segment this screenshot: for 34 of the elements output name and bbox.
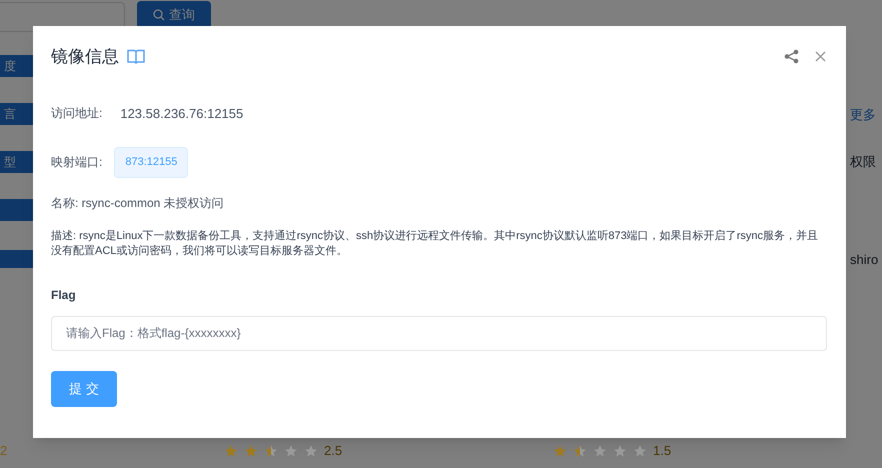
empty-star-icon <box>633 444 647 458</box>
field-label: 映射端口: <box>51 154 102 172</box>
empty-star-icon <box>613 444 627 458</box>
score-text: 2.5 <box>324 442 342 460</box>
star-icon <box>244 444 258 458</box>
port-tag: 873:12155 <box>114 147 188 178</box>
half-star-icon <box>264 444 278 458</box>
table-text: 权限 <box>850 153 876 171</box>
close-icon[interactable] <box>815 51 826 62</box>
field-label: 访问地址: <box>51 105 102 122</box>
search-icon <box>153 9 165 21</box>
score-text: 1.5 <box>653 442 672 460</box>
empty-star-icon <box>304 444 318 458</box>
star-icon <box>553 444 567 458</box>
star-icon <box>224 444 238 458</box>
empty-star-icon <box>284 444 298 458</box>
book-icon[interactable] <box>127 49 145 64</box>
name-text: 名称: rsync-common 未授权访问 <box>51 194 225 212</box>
list-cell <box>0 250 33 268</box>
description-text: 描述: rsync是Linux下一款数据备份工具，支持通过rsync协议、ssh协议进行远程文件传输。其中rsync协议默认监听873端口，如果目标开启了rsync服务，并且没有配置ACL或访问密码，我们将可以读写目标服务器文件。 <box>51 228 820 258</box>
address-text: 123.58.236.76:12155 <box>120 104 244 122</box>
share-icon[interactable] <box>784 49 799 64</box>
more-link[interactable]: 更多 <box>850 105 876 124</box>
half-star-icon <box>573 444 587 458</box>
score-text: 2 <box>0 442 8 460</box>
submit-button[interactable]: 提 交 <box>51 370 117 406</box>
table-text: shiro <box>850 251 878 269</box>
flag-label: Flag <box>51 286 77 304</box>
category-tag[interactable]: 型 <box>0 151 33 173</box>
category-tag[interactable]: 度 <box>0 55 33 77</box>
category-tag[interactable]: 言 <box>0 103 33 125</box>
flag-input-field[interactable]: 请输入Flag：格式flag-{xxxxxxxx} <box>51 316 827 350</box>
dialog-title: 镜像信息 <box>51 46 119 68</box>
empty-star-icon <box>593 444 607 458</box>
